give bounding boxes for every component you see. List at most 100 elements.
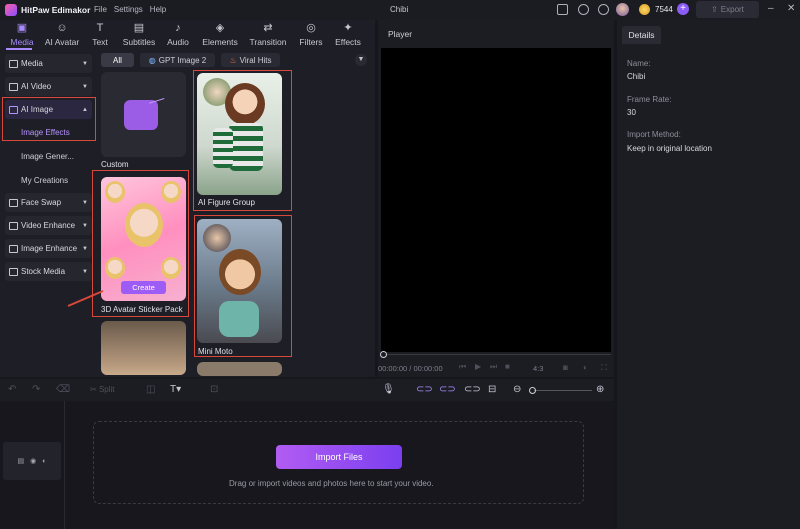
- subitem-image-effects[interactable]: Image Effects: [21, 128, 70, 137]
- name-key: Name:: [627, 59, 651, 68]
- filter-chip-viral-hits[interactable]: ♨ Viral Hits: [221, 53, 280, 67]
- ai-figure-group-card[interactable]: [197, 73, 282, 195]
- step-back-icon[interactable]: ⏮: [459, 362, 466, 372]
- sidebar-item-ai-image[interactable]: AI Image ▲: [5, 100, 92, 119]
- tab-effects[interactable]: ✦ Effects: [326, 22, 370, 47]
- folder-icon: [9, 59, 18, 68]
- sidebar-item-video-enhance[interactable]: Video Enhance ▼: [5, 216, 92, 235]
- tab-label: Effects: [335, 37, 361, 47]
- close-icon[interactable]: ✕: [787, 3, 795, 14]
- player-label: Player: [388, 29, 413, 39]
- track-header: ▤ ◉ ◐: [3, 442, 61, 480]
- tab-ai-avatar[interactable]: ☺ AI Avatar: [38, 22, 86, 47]
- app-name: HitPaw Edimakor: [21, 5, 91, 15]
- import-files-button[interactable]: Import Files: [276, 445, 402, 469]
- delete-icon[interactable]: ⌫: [56, 384, 70, 395]
- chevron-down-icon[interactable]: ▼: [355, 54, 367, 66]
- download-icon[interactable]: [598, 4, 609, 15]
- snapshot-icon[interactable]: ◙: [563, 363, 568, 372]
- menu-file[interactable]: File: [94, 5, 107, 14]
- minimize-icon[interactable]: –: [768, 3, 774, 14]
- mini-moto-card[interactable]: [197, 219, 282, 343]
- add-credits-button[interactable]: +: [677, 3, 689, 15]
- link-icon[interactable]: ⊂⊃: [439, 384, 456, 395]
- subitem-my-creations[interactable]: My Creations: [21, 176, 68, 185]
- sticker-thumb: [161, 257, 181, 279]
- sidebar-item-face-swap[interactable]: Face Swap ▼: [5, 193, 92, 212]
- subitem-image-generator[interactable]: Image Gener...: [21, 152, 74, 161]
- info-icon[interactable]: [578, 4, 589, 15]
- layout-icon[interactable]: [557, 4, 568, 15]
- microphone-icon[interactable]: 🎙: [382, 384, 395, 395]
- filter-chip-gpt-image-2[interactable]: ◍ GPT Image 2: [140, 53, 215, 67]
- template-card-couple[interactable]: [101, 321, 186, 375]
- chain-icon[interactable]: ⊂⊃: [464, 384, 481, 395]
- menu-help[interactable]: Help: [150, 5, 166, 14]
- fullscreen-icon[interactable]: ⛶: [601, 363, 607, 373]
- user-avatar[interactable]: [616, 3, 629, 16]
- volume-icon[interactable]: ◐: [583, 363, 588, 372]
- sidebar-item-label: Face Swap: [21, 198, 62, 207]
- fire-icon: ♨: [229, 55, 237, 65]
- mute-icon[interactable]: ◐: [42, 458, 46, 465]
- sidebar-item-image-enhance[interactable]: Image Enhance ▼: [5, 239, 92, 258]
- sidebar-item-label: Media: [21, 59, 43, 68]
- step-forward-icon[interactable]: ⏭: [490, 362, 497, 372]
- tab-label: Media: [10, 37, 34, 47]
- tab-elements[interactable]: ◈ Elements: [198, 22, 242, 47]
- scrubber-handle[interactable]: [380, 351, 387, 358]
- text-icon: T: [96, 22, 104, 34]
- preview-screen: [381, 48, 611, 352]
- stop-icon[interactable]: ■: [505, 362, 510, 371]
- track-type-icon: ▤: [17, 458, 25, 465]
- tab-label: AI Avatar: [44, 37, 80, 47]
- tab-details[interactable]: Details: [622, 26, 661, 44]
- caret-down-icon: ▼: [82, 83, 88, 90]
- filters-icon: ◎: [306, 22, 316, 34]
- play-icon[interactable]: ▶: [475, 362, 481, 371]
- undo-icon[interactable]: ↶: [8, 384, 16, 395]
- screenshot-icon[interactable]: ⊡: [210, 384, 218, 395]
- zoom-slider[interactable]: [534, 390, 592, 391]
- elements-icon: ◈: [215, 22, 225, 34]
- sidebar-item-stock-media[interactable]: Stock Media ▼: [5, 262, 92, 281]
- export-button[interactable]: ⇪ Export: [696, 1, 759, 18]
- face-swap-icon: [9, 198, 18, 207]
- zoom-slider-handle[interactable]: [529, 387, 536, 394]
- sidebar-item-label: Video Enhance: [21, 221, 76, 230]
- tab-subtitles[interactable]: ▤ Subtitles: [117, 22, 161, 47]
- menu-bar: File Settings Help: [94, 5, 166, 14]
- redo-icon[interactable]: ↷: [32, 384, 40, 395]
- filter-chip-all[interactable]: All: [101, 53, 134, 67]
- export-icon: ⇪: [711, 5, 718, 14]
- caret-down-icon: ▼: [82, 60, 88, 67]
- menu-settings[interactable]: Settings: [114, 5, 143, 14]
- text-tool-icon[interactable]: T▾: [170, 384, 181, 395]
- tab-transition[interactable]: ⇄ Transition: [246, 22, 290, 47]
- template-card-partial[interactable]: [197, 362, 282, 376]
- globe-icon: ◍: [148, 55, 156, 65]
- tab-text[interactable]: T Text: [80, 22, 120, 47]
- scooter: [219, 301, 259, 337]
- tab-label: Elements: [202, 37, 238, 47]
- mini-moto-label: Mini Moto: [198, 347, 233, 356]
- sidebar-item-ai-video[interactable]: AI Video ▼: [5, 77, 92, 96]
- crop-icon[interactable]: ◫: [146, 384, 155, 395]
- track-icon[interactable]: ⊟: [488, 384, 496, 395]
- tab-label: Audio: [167, 37, 189, 47]
- custom-card[interactable]: ╱: [101, 72, 186, 157]
- sidebar-item-media[interactable]: Media ▼: [5, 54, 92, 73]
- aspect-ratio[interactable]: 4:3: [533, 364, 543, 373]
- tab-audio[interactable]: ♪ Audio: [156, 22, 200, 47]
- sticker-main: [125, 203, 163, 247]
- visibility-icon[interactable]: ◉: [30, 457, 36, 465]
- caret-down-icon: ▼: [82, 245, 88, 252]
- export-label: Export: [720, 5, 744, 14]
- create-button[interactable]: Create: [121, 281, 166, 294]
- magnet-icon[interactable]: ⊂⊃: [416, 384, 433, 395]
- zoom-in-icon[interactable]: ⊕: [596, 384, 604, 395]
- zoom-out-icon[interactable]: ⊖: [513, 384, 521, 395]
- chip-label: Viral Hits: [239, 55, 272, 65]
- playback-scrubber[interactable]: [381, 354, 611, 355]
- split-button[interactable]: ✂ Split: [90, 385, 115, 394]
